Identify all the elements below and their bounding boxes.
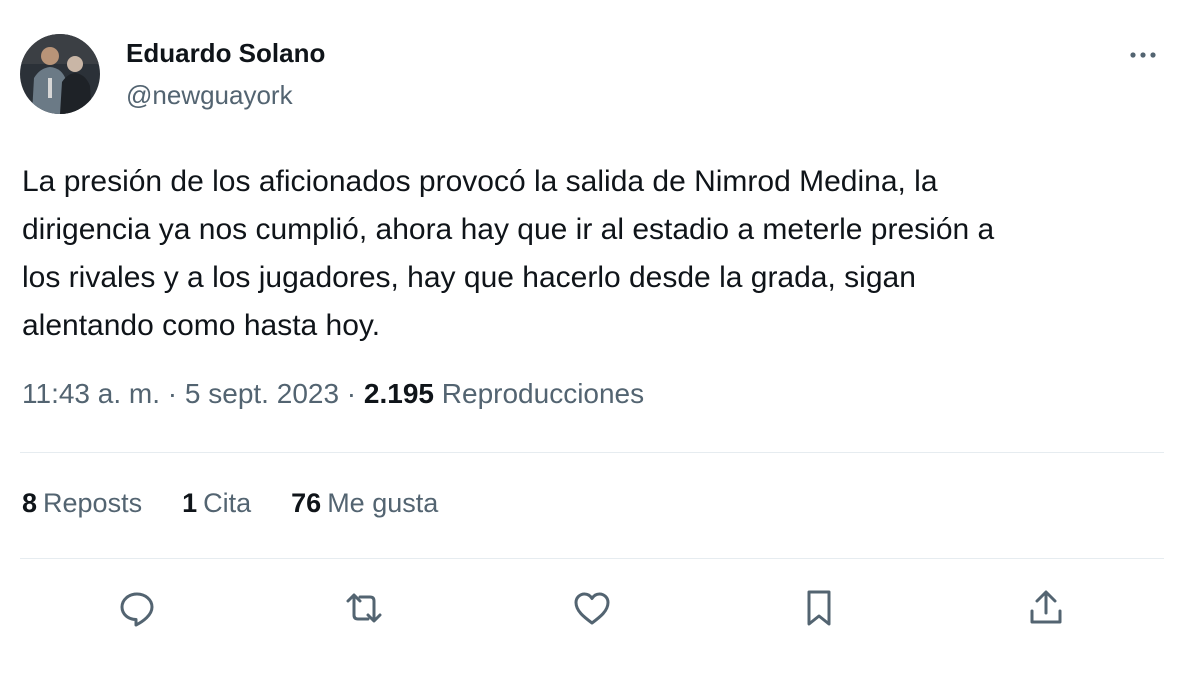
more-horizontal-icon	[1130, 52, 1156, 58]
author-handle[interactable]: @newguayork	[126, 80, 293, 111]
tweet-date[interactable]: 5 sept. 2023	[185, 378, 339, 409]
reposts-stat[interactable]: 8 Reposts	[22, 488, 142, 519]
quotes-label: Cita	[203, 488, 252, 518]
tweet-card: Eduardo Solano @newguayork La presión de…	[0, 0, 1200, 685]
likes-count: 76	[291, 488, 322, 518]
tweet-meta: 11:43 a. m. · 5 sept. 2023 · 2.195 Repro…	[22, 378, 644, 410]
views-label: Reproducciones	[441, 378, 645, 409]
action-bar	[0, 580, 1200, 636]
reposts-label: Reposts	[43, 488, 143, 518]
views-count: 2.195	[363, 378, 434, 409]
more-options-button[interactable]	[1120, 38, 1166, 72]
tweet-text: La presión de los aficionados provocó la…	[22, 165, 995, 342]
quotes-stat[interactable]: 1 Cita	[182, 488, 251, 519]
engagement-stats: 8 Reposts 1 Cita 76 Me gusta	[22, 488, 438, 519]
divider	[20, 452, 1164, 453]
likes-stat[interactable]: 76 Me gusta	[291, 488, 438, 519]
bookmark-button[interactable]	[797, 586, 841, 630]
reply-button[interactable]	[115, 586, 159, 630]
quotes-count: 1	[182, 488, 198, 518]
repost-arrows-icon	[346, 593, 382, 623]
divider	[20, 558, 1164, 559]
share-button[interactable]	[1024, 586, 1068, 630]
heart-icon	[574, 592, 610, 625]
share-upload-icon	[1030, 590, 1062, 624]
meta-separator: ·	[339, 378, 364, 409]
bookmark-icon	[807, 590, 831, 626]
reply-bubble-icon	[120, 592, 154, 627]
meta-separator: ·	[160, 378, 185, 409]
author-name[interactable]: Eduardo Solano	[126, 38, 325, 69]
like-button[interactable]	[570, 586, 614, 630]
repost-button[interactable]	[342, 586, 386, 630]
likes-label: Me gusta	[327, 488, 439, 518]
avatar[interactable]	[20, 34, 100, 114]
reposts-count: 8	[22, 488, 38, 518]
tweet-time[interactable]: 11:43 a. m.	[22, 378, 160, 409]
